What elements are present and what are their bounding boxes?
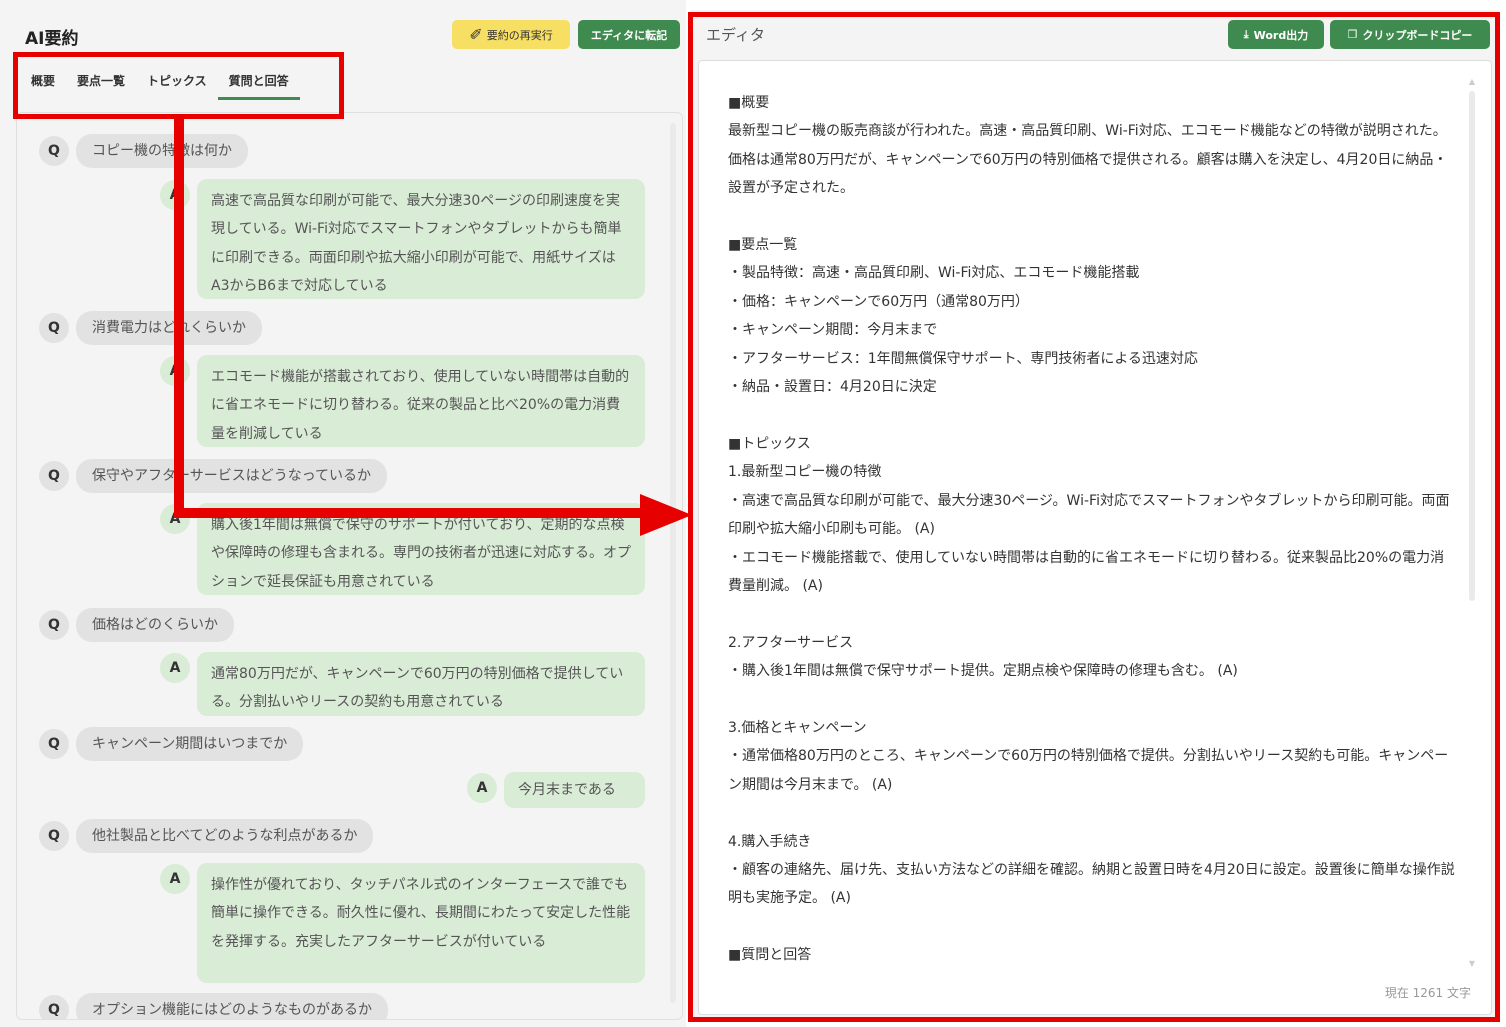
question-row: Q コピー機の特徴は何か (39, 134, 248, 168)
question-text: 保守やアフターサービスはどうなっているか (76, 459, 388, 493)
question-text: 消費電力はどれくらいか (76, 311, 262, 345)
question-row: Q 他社製品と比べてどのような利点があるか (39, 819, 374, 853)
question-row: Q 消費電力はどれくらいか (39, 311, 262, 345)
question-marker: Q (39, 729, 69, 759)
answer-marker: A (160, 356, 190, 386)
question-row: Q オプション機能にはどのようなものがあるか (39, 993, 388, 1019)
qa-list: Q コピー機の特徴は何か A 高速で高品質な印刷が可能で、最大分速30ページの印… (16, 112, 683, 1020)
answer-text: エコモード機能が搭載されており、使用していない時間帯は自動的に省エネモードに切り… (197, 355, 645, 447)
question-marker: Q (39, 610, 69, 640)
qa-scrollbar[interactable] (670, 123, 676, 1003)
question-text: コピー機の特徴は何か (76, 134, 248, 168)
question-row: Q 価格はどのくらいか (39, 608, 234, 642)
answer-marker: A (160, 653, 190, 683)
answer-text: 今月末まである (504, 772, 645, 808)
question-marker: Q (39, 136, 69, 166)
summary-panel: AI要約 ✐ 要約の再実行 エディタに転記 概要 要点一覧 トピックス 質問と回… (0, 0, 686, 1027)
question-marker: Q (39, 821, 69, 851)
answer-marker: A (467, 773, 497, 803)
question-marker: Q (39, 995, 69, 1019)
answer-text: 高速で高品質な印刷が可能で、最大分速30ページの印刷速度を実現している。Wi-F… (197, 179, 645, 299)
tabs-highlight-box (13, 52, 344, 119)
editor-highlight-box (688, 12, 1500, 1022)
magic-wand-icon: ✐ (469, 25, 483, 44)
rerun-summary-label: 要約の再実行 (486, 28, 553, 42)
question-text: 他社製品と比べてどのような利点があるか (76, 819, 374, 853)
question-row: Q キャンペーン期間はいつまでか (39, 727, 304, 761)
question-marker: Q (39, 461, 69, 491)
answer-text: 通常80万円だが、キャンペーンで60万円の特別価格で提供している。分割払いやリー… (197, 652, 645, 716)
question-text: オプション機能にはどのようなものがあるか (76, 993, 388, 1019)
answer-text: 操作性が優れており、タッチパネル式のインターフェースで誰でも簡単に操作できる。耐… (197, 863, 645, 983)
rerun-summary-button[interactable]: ✐ 要約の再実行 (452, 20, 570, 49)
question-text: 価格はどのくらいか (76, 608, 234, 642)
answer-marker: A (160, 864, 190, 894)
transfer-to-editor-button[interactable]: エディタに転記 (578, 20, 680, 49)
panel-title: AI要約 (25, 29, 79, 49)
question-marker: Q (39, 313, 69, 343)
answer-text: 購入後1年間は無償で保守のサポートが付いており、定期的な点検や保障時の修理も含ま… (197, 503, 645, 595)
question-text: キャンペーン期間はいつまでか (76, 727, 304, 761)
answer-marker: A (160, 180, 190, 210)
answer-marker: A (160, 504, 190, 534)
question-row: Q 保守やアフターサービスはどうなっているか (39, 459, 388, 493)
